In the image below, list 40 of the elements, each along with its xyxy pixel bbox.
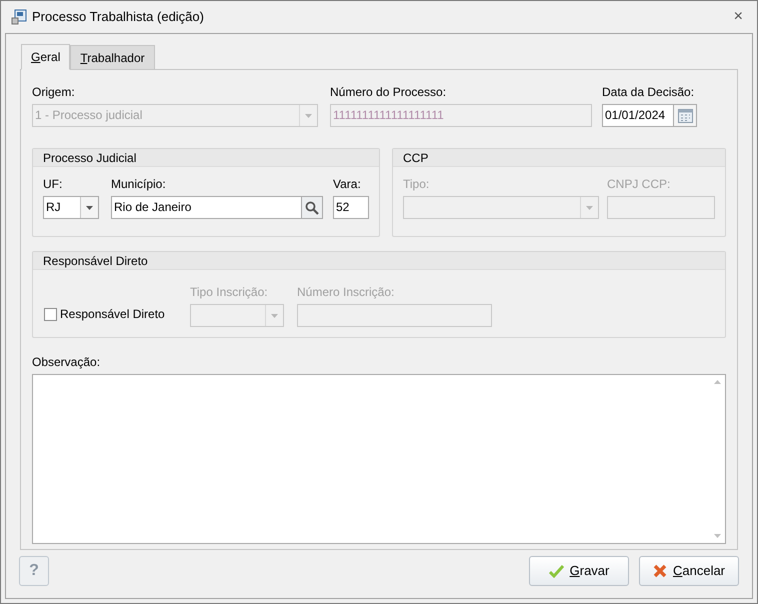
input-field[interactable]: 52	[333, 196, 369, 219]
caret-icon	[305, 114, 312, 118]
cancel-button[interactable]: Cancelar	[639, 556, 739, 586]
caret-icon	[586, 206, 593, 210]
scroll-up-icon	[714, 380, 720, 384]
group-title: Responsável Direto	[43, 254, 148, 268]
save-button[interactable]: Gravar	[529, 556, 629, 586]
input-field[interactable]: 01/01/2024	[602, 104, 674, 127]
field-label: Número Inscrição:	[297, 284, 396, 301]
search-icon	[305, 200, 319, 214]
field-label: CNPJ CCP:	[607, 176, 672, 193]
field-label: Município:	[111, 176, 167, 193]
input-field[interactable]: Rio de Janeiro	[111, 196, 301, 219]
search-button[interactable]	[301, 196, 323, 219]
checkbox[interactable]	[44, 308, 57, 320]
close-button[interactable]: ×	[734, 9, 743, 25]
field-label: Tipo Inscrição:	[190, 284, 269, 301]
field-label: UF:	[43, 176, 64, 193]
field-label: Data da Decisão:	[602, 84, 696, 101]
calendar-button[interactable]	[674, 104, 697, 127]
calendar-icon	[678, 108, 692, 123]
group-title: CCP	[403, 151, 428, 165]
field-label: Vara:	[333, 176, 362, 193]
close-icon	[652, 564, 667, 578]
checkbox-label: Responsável Direto	[60, 306, 165, 323]
field-label: Número do Processo:	[330, 84, 448, 101]
field-label: Tipo:	[403, 176, 430, 193]
group-title: Processo Judicial	[43, 151, 136, 165]
dropdown[interactable]: RJ	[43, 196, 99, 219]
text-area[interactable]	[32, 374, 726, 544]
tab[interactable]: Geral	[21, 44, 70, 70]
checkmark-icon	[548, 564, 564, 578]
tab[interactable]: Trabalhador	[70, 45, 155, 69]
window-title: Processo Trabalhista (edição)	[32, 8, 205, 26]
field-label: Observação:	[32, 354, 102, 371]
field-label: Origem:	[32, 84, 76, 101]
scroll-down-icon	[714, 534, 720, 538]
caret-icon	[271, 314, 278, 318]
caret-icon	[86, 206, 93, 210]
document-icon	[11, 9, 27, 25]
